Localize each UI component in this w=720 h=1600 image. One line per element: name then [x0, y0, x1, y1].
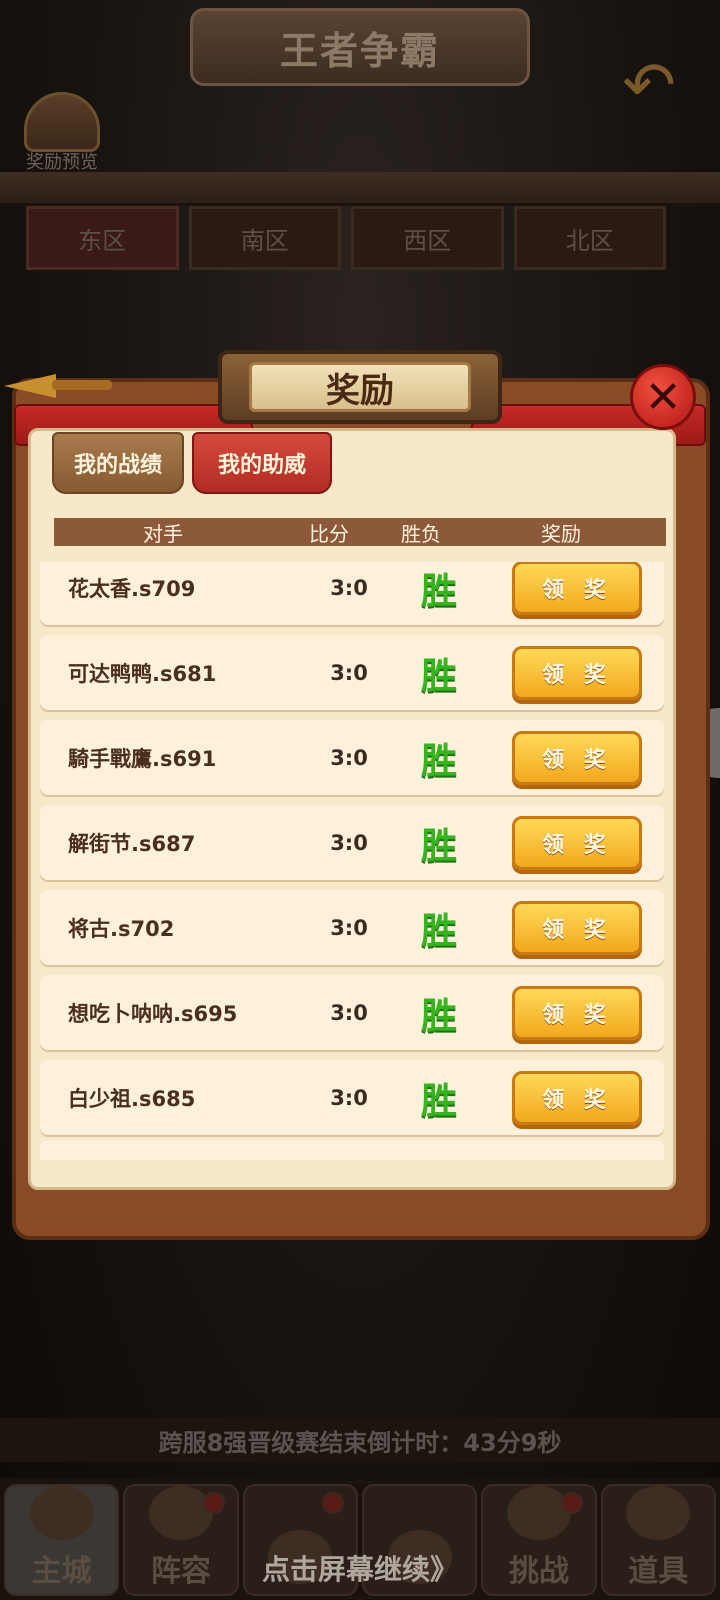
- countdown-text: 跨服8强晋级赛结束倒计时：43分9秒: [0, 1418, 720, 1462]
- wood-shelf: [0, 172, 720, 206]
- lineup-icon: [148, 1486, 213, 1540]
- claim-reward-button[interactable]: 领 奖: [512, 562, 642, 615]
- match-result: 胜: [420, 570, 457, 612]
- zone-tab-east[interactable]: 东区: [26, 206, 179, 270]
- reward-preview-button[interactable]: 奖励预览: [12, 92, 112, 182]
- claim-reward-button[interactable]: 领 奖: [512, 985, 642, 1040]
- items-icon: [626, 1486, 691, 1540]
- back-arrow-icon[interactable]: ↶: [614, 54, 684, 118]
- claim-reward-button[interactable]: 领 奖: [512, 900, 642, 955]
- match-result: 胜: [420, 910, 457, 952]
- table-row: 想吃卜呐呐.s695 3:0 胜 领 奖: [40, 975, 664, 1050]
- record-list[interactable]: 花太香.s709 3:0 胜 领 奖 可达鸭鸭.s681 3:0 胜 领 奖 騎…: [40, 562, 664, 1166]
- match-result: 胜: [420, 995, 457, 1037]
- zone-tab-north[interactable]: 北区: [513, 206, 666, 270]
- close-icon: ✕: [644, 371, 682, 423]
- column-header-score: 比分: [309, 521, 349, 546]
- claim-reward-button[interactable]: 领 奖: [512, 1070, 642, 1125]
- notification-dot: [560, 1492, 583, 1514]
- modal-title: 奖励: [249, 362, 471, 412]
- zone-tab-west[interactable]: 西区: [351, 206, 504, 270]
- claim-reward-button[interactable]: 领 奖: [512, 730, 642, 785]
- treasure-chest-icon: [24, 92, 100, 152]
- match-score: 3:0: [330, 660, 368, 685]
- tap-to-continue-text[interactable]: 点击屏幕继续》: [0, 1548, 720, 1588]
- zone-tabs: 东区 南区 西区 北区: [26, 206, 666, 270]
- column-header-result: 胜负: [401, 521, 441, 546]
- match-result: 胜: [420, 655, 457, 697]
- partial-table-row: [40, 1140, 664, 1160]
- opponent-name: 白少祖.s685: [68, 1086, 196, 1111]
- match-score: 3:0: [330, 1085, 368, 1110]
- match-score: 3:0: [330, 745, 368, 770]
- challenge-icon: [506, 1486, 571, 1540]
- table-row: 花太香.s709 3:0 胜 领 奖: [40, 562, 664, 625]
- match-score: 3:0: [330, 1000, 368, 1025]
- table-header: 对手 比分 胜负 奖励: [54, 518, 666, 546]
- notification-dot: [321, 1492, 344, 1514]
- castle-icon: [29, 1486, 94, 1540]
- column-header-opponent: 对手: [143, 521, 183, 546]
- opponent-name: 解街节.s687: [68, 831, 196, 856]
- table-row: 将古.s702 3:0 胜 领 奖: [40, 890, 664, 965]
- table-row: 可达鸭鸭.s681 3:0 胜 领 奖: [40, 635, 664, 710]
- tab-my-record[interactable]: 我的战绩: [52, 432, 184, 494]
- opponent-name: 花太香.s709: [68, 576, 196, 601]
- table-row: 騎手戰鷹.s691 3:0 胜 领 奖: [40, 720, 664, 795]
- page-title-banner: 王者争霸: [190, 8, 530, 86]
- page-title: 王者争霸: [279, 28, 440, 73]
- reward-preview-label: 奖励预览: [26, 152, 98, 173]
- match-result: 胜: [420, 1080, 457, 1122]
- claim-reward-button[interactable]: 领 奖: [512, 815, 642, 870]
- opponent-name: 将古.s702: [68, 916, 175, 941]
- match-score: 3:0: [330, 830, 368, 855]
- match-score: 3:0: [330, 915, 368, 940]
- opponent-name: 騎手戰鷹.s691: [68, 746, 217, 771]
- modal-title-banner: 奖励: [218, 350, 502, 424]
- match-score: 3:0: [330, 575, 368, 600]
- zone-tab-south[interactable]: 南区: [188, 206, 341, 270]
- table-row: 解街节.s687 3:0 胜 领 奖: [40, 805, 664, 880]
- modal-tabs: 我的战绩 我的助威: [52, 432, 332, 496]
- match-result: 胜: [420, 825, 457, 867]
- close-button[interactable]: ✕: [630, 364, 696, 430]
- column-header-reward: 奖励: [541, 521, 581, 546]
- table-row: 白少祖.s685 3:0 胜 领 奖: [40, 1060, 664, 1135]
- spear-ornament-icon: [4, 372, 114, 400]
- opponent-name: 可达鸭鸭.s681: [68, 661, 217, 686]
- claim-reward-button[interactable]: 领 奖: [512, 645, 642, 700]
- notification-dot: [202, 1492, 225, 1514]
- opponent-name: 想吃卜呐呐.s695: [68, 1001, 238, 1026]
- tab-my-cheer[interactable]: 我的助威: [192, 432, 332, 494]
- match-result: 胜: [420, 740, 457, 782]
